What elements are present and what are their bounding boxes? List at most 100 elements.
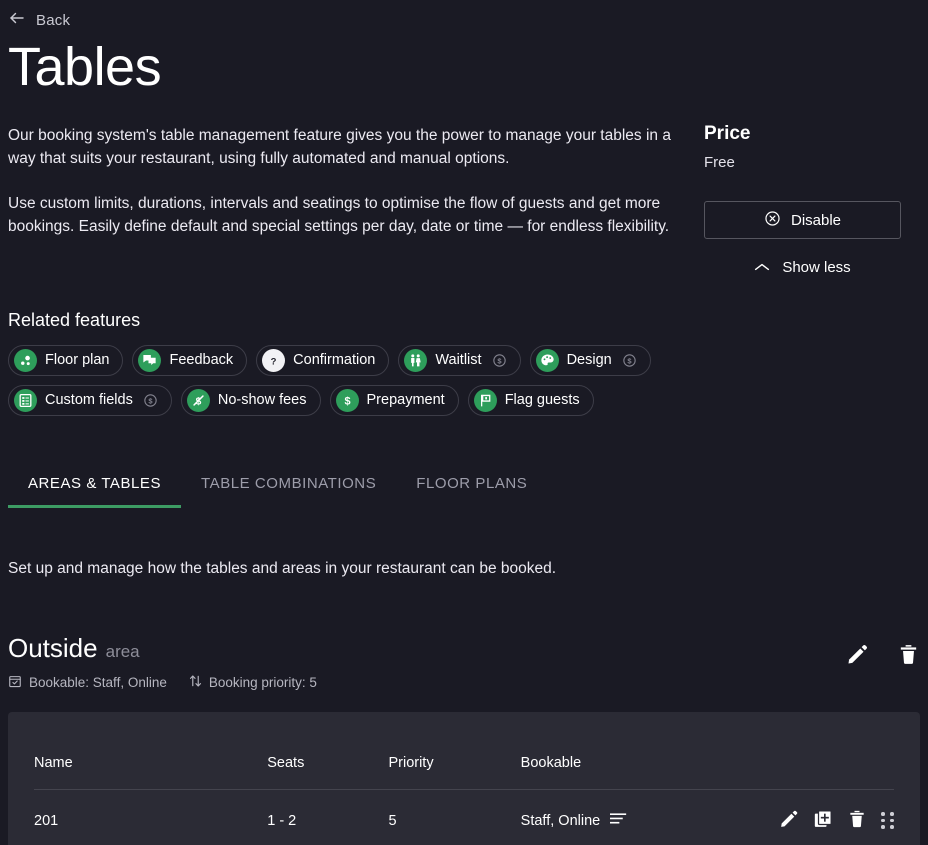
description-column: Our booking system's table management fe… [8,124,698,276]
area-action-buttons [846,635,920,666]
people-icon [404,349,428,372]
trash-icon [900,645,917,664]
related-feature-chip-label: Custom fields [45,391,133,408]
area-priority-label: Booking priority: 5 [208,675,317,690]
table-header-row: Name Seats Priority Bookable [34,712,894,790]
dollar-circle-icon: $ [143,393,158,408]
row-duplicate-button[interactable] [813,809,833,832]
calendar-check-icon [8,674,22,691]
related-feature-chip[interactable]: Custom fields $ [8,385,172,416]
column-header-name: Name [34,712,268,790]
column-header-actions [779,712,894,790]
chevron-up-icon [754,259,770,276]
page-title: Tables [8,37,162,97]
column-header-seats: Seats [267,712,389,790]
related-feature-chip-label: Flag guests [504,391,580,408]
cell-actions [779,789,894,845]
price-column: Price Free Disable Show less [698,124,908,276]
circle-x-icon [764,210,781,231]
flag-icon [473,389,497,412]
cell-bookable: Staff, Online [520,789,779,845]
trash-icon [847,809,867,832]
cell-priority: 5 [388,789,521,845]
area-priority-meta: Booking priority: 5 [189,674,317,691]
disable-label: Disable [790,211,842,229]
cell-bookable-label: Staff, Online [520,812,601,829]
form-list-icon [14,389,37,412]
svg-text:$: $ [627,357,632,366]
drag-handle-icon[interactable] [881,812,894,829]
booking-rules-list-icon[interactable] [610,812,627,829]
cell-seats: 1 - 2 [267,789,389,845]
question-mark-icon: ? [262,349,286,372]
price-value: Free [704,154,735,171]
related-feature-chip-label: Floor plan [45,351,110,368]
related-feature-chip[interactable]: Floor plan [8,345,124,376]
back-button[interactable]: Back [0,0,928,32]
row-action-buttons [779,809,894,832]
related-feature-chip[interactable]: ? Confirmation [256,345,390,376]
column-header-priority: Priority [388,712,521,790]
tab-floor-plans[interactable]: FLOOR PLANS [396,476,547,508]
area-delete-button[interactable] [897,643,920,666]
duplicate-icon [813,809,833,832]
related-feature-chip-label: Design [566,351,612,368]
palette-icon [535,349,559,372]
show-less-button[interactable]: Show less [704,259,901,276]
tables-card: Name Seats Priority Bookable 201 1 - 2 5 St… [8,712,920,845]
show-less-label: Show less [782,259,851,276]
tables-table: Name Seats Priority Bookable 201 1 - 2 5 St… [34,712,894,845]
area-header: Outside area Bookable: Staff, Online Boo… [0,635,928,691]
related-feature-chip[interactable]: $ No-show fees [180,385,321,416]
area-title-row: Outside area [8,635,317,662]
area-bookable-label: Bookable: Staff, Online [29,675,167,690]
floor-plan-icon [14,349,37,372]
column-header-bookable: Bookable [520,712,779,790]
related-features-heading: Related features [8,310,141,330]
dollar-icon: $ [335,389,359,412]
svg-text:?: ? [271,356,277,367]
svg-text:$: $ [344,396,350,408]
row-pencil-button[interactable] [779,809,799,832]
page-root: Back Tables Our booking system's table m… [0,0,928,845]
row-trash-button[interactable] [847,809,867,832]
related-feature-chip[interactable]: Design $ [529,345,651,376]
area-name: Outside [8,633,98,663]
tab-areas-tables[interactable]: AREAS & TABLES [8,476,182,508]
arrow-left-icon [8,9,26,31]
related-feature-chip[interactable]: $ Prepayment [329,385,459,416]
tab-table-combinations[interactable]: TABLE COMBINATIONS [181,476,396,508]
related-feature-chip[interactable]: Feedback [132,345,248,376]
related-features-chip-list: Floor plan Feedback? Confirmation Waitlist $… [8,345,708,416]
description-paragraph-2: Use custom limits, durations, intervals … [8,195,670,235]
dollar-slash-icon: $ [186,389,210,412]
intro-columns: Our booking system's table management fe… [0,94,928,276]
area-bookable-meta: Bookable: Staff, Online [8,674,167,691]
tab-bar: AREAS & TABLES TABLE COMBINATIONS FLOOR PL… [0,456,928,508]
description-paragraph-1: Our booking system's table management fe… [8,127,671,167]
table-row[interactable]: 201 1 - 2 5 Staff, Online [34,789,894,845]
area-edit-button[interactable] [846,643,869,666]
bookable-cell-content: Staff, Online [521,812,779,829]
related-feature-chip-label: Prepayment [366,391,445,408]
related-feature-chip-label: No-show fees [217,391,307,408]
pencil-icon [848,644,868,664]
related-feature-chip-label: Feedback [169,351,234,368]
related-feature-chip-label: Waitlist [435,351,482,368]
related-feature-chip[interactable]: Waitlist $ [398,345,521,376]
svg-text:$: $ [497,357,502,366]
price-heading: Price [704,123,751,144]
related-features-section: Related features Floor plan Feedback? Conf… [0,310,928,416]
area-header-info: Outside area Bookable: Staff, Online Boo… [8,635,317,691]
area-kind-label: area [105,642,140,661]
area-meta: Bookable: Staff, Online Booking priority… [8,674,317,691]
pencil-icon [779,809,799,832]
related-feature-chip[interactable]: Flag guests [467,385,594,416]
dollar-circle-icon: $ [492,353,507,368]
disable-button[interactable]: Disable [704,201,901,239]
feedback-icon [138,349,162,372]
svg-text:$: $ [148,397,153,406]
section-note: Set up and manage how the tables and are… [8,560,557,577]
cell-name: 201 [34,789,268,845]
related-feature-chip-label: Confirmation [293,351,376,368]
